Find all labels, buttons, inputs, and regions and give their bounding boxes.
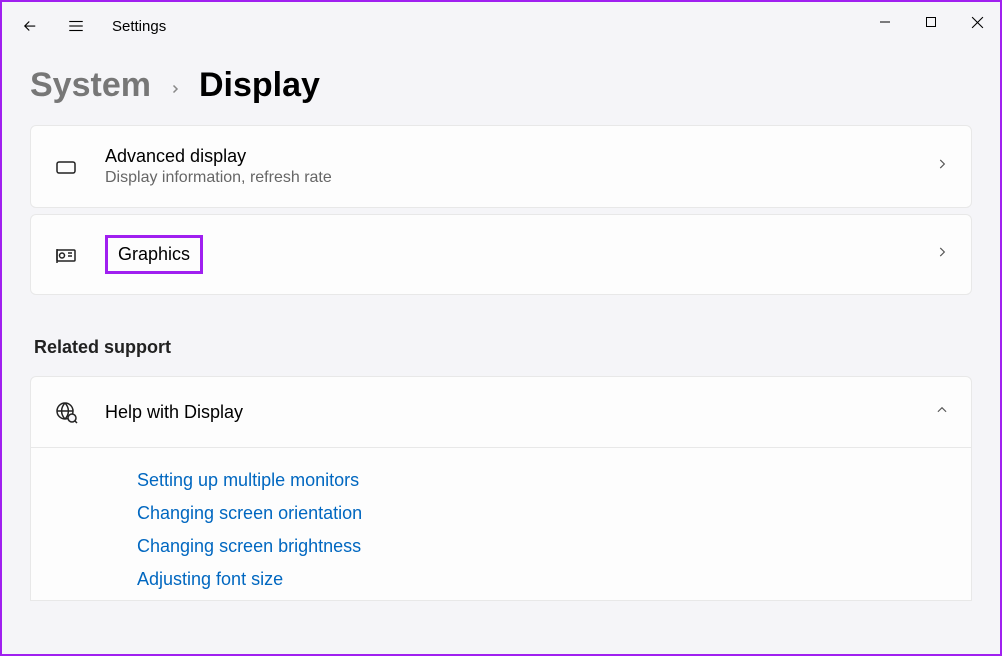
maximize-button[interactable] bbox=[908, 2, 954, 42]
breadcrumb-parent[interactable]: System bbox=[30, 66, 151, 105]
maximize-icon bbox=[925, 16, 937, 28]
back-button[interactable] bbox=[10, 6, 50, 46]
help-links: Setting up multiple monitors Changing sc… bbox=[31, 448, 971, 600]
help-card: Help with Display Setting up multiple mo… bbox=[30, 376, 972, 601]
page-title: Display bbox=[199, 66, 320, 105]
card-title: Graphics bbox=[118, 244, 190, 264]
hamburger-menu-button[interactable] bbox=[56, 6, 96, 46]
help-link-font-size[interactable]: Adjusting font size bbox=[137, 569, 949, 590]
close-icon bbox=[971, 16, 984, 29]
related-support-heading: Related support bbox=[34, 337, 972, 358]
chevron-up-icon bbox=[935, 403, 949, 422]
help-globe-icon bbox=[53, 399, 79, 425]
app-title: Settings bbox=[112, 18, 166, 35]
graphics-highlight: Graphics bbox=[105, 235, 203, 274]
help-with-display-toggle[interactable]: Help with Display bbox=[31, 377, 971, 448]
monitor-icon bbox=[53, 154, 79, 180]
minimize-button[interactable] bbox=[862, 2, 908, 42]
hamburger-icon bbox=[67, 17, 85, 35]
chevron-right-icon bbox=[935, 157, 949, 176]
chevron-right-icon bbox=[935, 245, 949, 264]
help-link-multiple-monitors[interactable]: Setting up multiple monitors bbox=[137, 470, 949, 491]
card-title: Advanced display bbox=[105, 146, 909, 167]
minimize-icon bbox=[879, 16, 891, 28]
titlebar: Settings bbox=[2, 2, 1000, 50]
chevron-right-icon bbox=[169, 75, 181, 101]
help-link-screen-orientation[interactable]: Changing screen orientation bbox=[137, 503, 949, 524]
graphics-card-icon bbox=[53, 242, 79, 268]
breadcrumb: System Display bbox=[2, 50, 1000, 125]
close-button[interactable] bbox=[954, 2, 1000, 42]
card-subtitle: Display information, refresh rate bbox=[105, 169, 909, 187]
help-link-screen-brightness[interactable]: Changing screen brightness bbox=[137, 536, 949, 557]
graphics-item[interactable]: Graphics bbox=[30, 214, 972, 295]
back-arrow-icon bbox=[21, 17, 39, 35]
advanced-display-item[interactable]: Advanced display Display information, re… bbox=[30, 125, 972, 208]
help-title: Help with Display bbox=[105, 402, 909, 423]
